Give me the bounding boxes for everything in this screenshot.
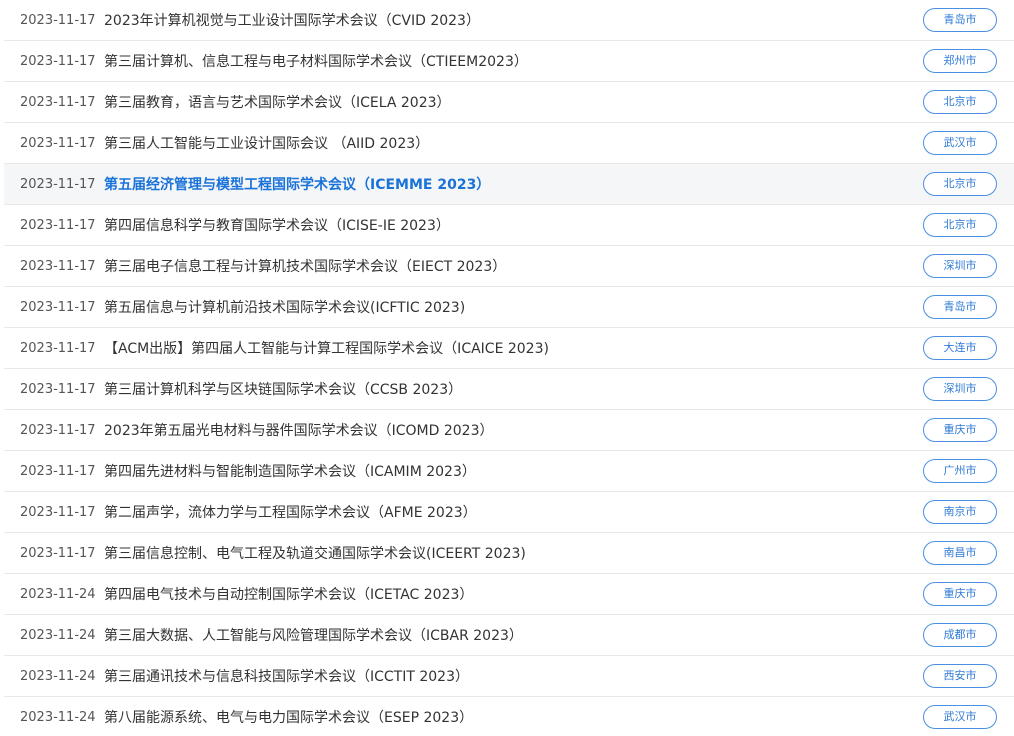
conference-row[interactable]: 2023-11-24 第八届能源系统、电气与电力国际学术会议（ESEP 2023… xyxy=(4,697,1014,736)
city-tag[interactable]: 重庆市 xyxy=(923,418,997,442)
conference-row[interactable]: 2023-11-17 第四届信息科学与教育国际学术会议（ICISE-IE 202… xyxy=(4,205,1014,246)
conference-title-link[interactable]: 第四届先进材料与智能制造国际学术会议（ICAMIM 2023） xyxy=(104,461,476,481)
conference-title-link[interactable]: 第三届计算机、信息工程与电子材料国际学术会议（CTIEEM2023） xyxy=(104,51,528,71)
conference-title-link[interactable]: 第三届人工智能与工业设计国际会议 （AIID 2023） xyxy=(104,133,429,153)
conference-date: 2023-11-24 xyxy=(20,586,96,602)
conference-row[interactable]: 2023-11-17 第三届电子信息工程与计算机技术国际学术会议（EIECT 2… xyxy=(4,246,1014,287)
city-tag[interactable]: 南京市 xyxy=(923,500,997,524)
conference-date: 2023-11-17 xyxy=(20,94,96,110)
conference-row[interactable]: 2023-11-17 第三届信息控制、电气工程及轨道交通国际学术会议(ICEER… xyxy=(4,533,1014,574)
conference-row[interactable]: 2023-11-17 第五届信息与计算机前沿技术国际学术会议(ICFTIC 20… xyxy=(4,287,1014,328)
conference-date: 2023-11-17 xyxy=(20,422,96,438)
conference-date: 2023-11-17 xyxy=(20,176,96,192)
conference-date: 2023-11-17 xyxy=(20,258,96,274)
conference-title-link[interactable]: 第八届能源系统、电气与电力国际学术会议（ESEP 2023） xyxy=(104,707,473,727)
conference-date: 2023-11-17 xyxy=(20,217,96,233)
conference-title-link[interactable]: 第三届计算机科学与区块链国际学术会议（CCSB 2023） xyxy=(104,379,462,399)
city-tag[interactable]: 大连市 xyxy=(923,336,997,360)
conference-title-link[interactable]: 第三届信息控制、电气工程及轨道交通国际学术会议(ICEERT 2023) xyxy=(104,543,526,563)
city-tag[interactable]: 北京市 xyxy=(923,213,997,237)
conference-row[interactable]: 2023-11-24 第三届通讯技术与信息科技国际学术会议（ICCTIT 202… xyxy=(4,656,1014,697)
city-tag[interactable]: 南昌市 xyxy=(923,541,997,565)
conference-row[interactable]: 2023-11-17 2023年第五届光电材料与器件国际学术会议（ICOMD 2… xyxy=(4,410,1014,451)
conference-title-link[interactable]: 第四届信息科学与教育国际学术会议（ICISE-IE 2023） xyxy=(104,215,450,235)
conference-date: 2023-11-17 xyxy=(20,135,96,151)
city-tag[interactable]: 成都市 xyxy=(923,623,997,647)
conference-title-link[interactable]: 第三届大数据、人工智能与风险管理国际学术会议（ICBAR 2023） xyxy=(104,625,523,645)
city-tag[interactable]: 武汉市 xyxy=(923,705,997,729)
conference-list: 2023-11-17 2023年计算机视觉与工业设计国际学术会议（CVID 20… xyxy=(0,0,1014,736)
conference-row-hovered[interactable]: 2023-11-17 第五届经济管理与模型工程国际学术会议（ICEMME 202… xyxy=(4,164,1014,205)
conference-title-link[interactable]: 2023年第五届光电材料与器件国际学术会议（ICOMD 2023） xyxy=(104,420,494,440)
city-tag[interactable]: 西安市 xyxy=(923,664,997,688)
city-tag[interactable]: 青岛市 xyxy=(923,8,997,32)
city-tag[interactable]: 广州市 xyxy=(923,459,997,483)
conference-date: 2023-11-17 xyxy=(20,463,96,479)
conference-row[interactable]: 2023-11-17 2023年计算机视觉与工业设计国际学术会议（CVID 20… xyxy=(4,0,1014,41)
conference-title-link[interactable]: 2023年计算机视觉与工业设计国际学术会议（CVID 2023） xyxy=(104,10,480,30)
conference-row[interactable]: 2023-11-24 第四届电气技术与自动控制国际学术会议（ICETAC 202… xyxy=(4,574,1014,615)
conference-row[interactable]: 2023-11-17 第三届计算机科学与区块链国际学术会议（CCSB 2023）… xyxy=(4,369,1014,410)
conference-date: 2023-11-24 xyxy=(20,709,96,725)
conference-date: 2023-11-17 xyxy=(20,299,96,315)
conference-row[interactable]: 2023-11-17 第三届人工智能与工业设计国际会议 （AIID 2023） … xyxy=(4,123,1014,164)
conference-date: 2023-11-17 xyxy=(20,381,96,397)
conference-title-link[interactable]: 第四届电气技术与自动控制国际学术会议（ICETAC 2023） xyxy=(104,584,473,604)
conference-row[interactable]: 2023-11-17 第三届计算机、信息工程与电子材料国际学术会议（CTIEEM… xyxy=(4,41,1014,82)
conference-row[interactable]: 2023-11-17 第四届先进材料与智能制造国际学术会议（ICAMIM 202… xyxy=(4,451,1014,492)
city-tag[interactable]: 重庆市 xyxy=(923,582,997,606)
conference-title-link[interactable]: 第五届经济管理与模型工程国际学术会议（ICEMME 2023） xyxy=(104,174,490,194)
conference-date: 2023-11-24 xyxy=(20,627,96,643)
city-tag[interactable]: 武汉市 xyxy=(923,131,997,155)
conference-date: 2023-11-24 xyxy=(20,668,96,684)
conference-row[interactable]: 2023-11-24 第三届大数据、人工智能与风险管理国际学术会议（ICBAR … xyxy=(4,615,1014,656)
conference-row[interactable]: 2023-11-17 第二届声学，流体力学与工程国际学术会议（AFME 2023… xyxy=(4,492,1014,533)
conference-title-link[interactable]: 【ACM出版】第四届人工智能与计算工程国际学术会议（ICAICE 2023) xyxy=(104,338,549,358)
city-tag[interactable]: 青岛市 xyxy=(923,295,997,319)
conference-title-link[interactable]: 第三届电子信息工程与计算机技术国际学术会议（EIECT 2023） xyxy=(104,256,506,276)
conference-title-link[interactable]: 第五届信息与计算机前沿技术国际学术会议(ICFTIC 2023) xyxy=(104,297,465,317)
conference-row[interactable]: 2023-11-17 第三届教育，语言与艺术国际学术会议（ICELA 2023）… xyxy=(4,82,1014,123)
city-tag[interactable]: 郑州市 xyxy=(923,49,997,73)
conference-date: 2023-11-17 xyxy=(20,545,96,561)
conference-title-link[interactable]: 第三届通讯技术与信息科技国际学术会议（ICCTIT 2023） xyxy=(104,666,469,686)
conference-row[interactable]: 2023-11-17 【ACM出版】第四届人工智能与计算工程国际学术会议（ICA… xyxy=(4,328,1014,369)
conference-date: 2023-11-17 xyxy=(20,12,96,28)
conference-date: 2023-11-17 xyxy=(20,504,96,520)
conference-title-link[interactable]: 第三届教育，语言与艺术国际学术会议（ICELA 2023） xyxy=(104,92,451,112)
city-tag[interactable]: 北京市 xyxy=(923,172,997,196)
city-tag[interactable]: 深圳市 xyxy=(923,254,997,278)
conference-title-link[interactable]: 第二届声学，流体力学与工程国际学术会议（AFME 2023） xyxy=(104,502,477,522)
conference-date: 2023-11-17 xyxy=(20,340,96,356)
conference-date: 2023-11-17 xyxy=(20,53,96,69)
city-tag[interactable]: 北京市 xyxy=(923,90,997,114)
city-tag[interactable]: 深圳市 xyxy=(923,377,997,401)
